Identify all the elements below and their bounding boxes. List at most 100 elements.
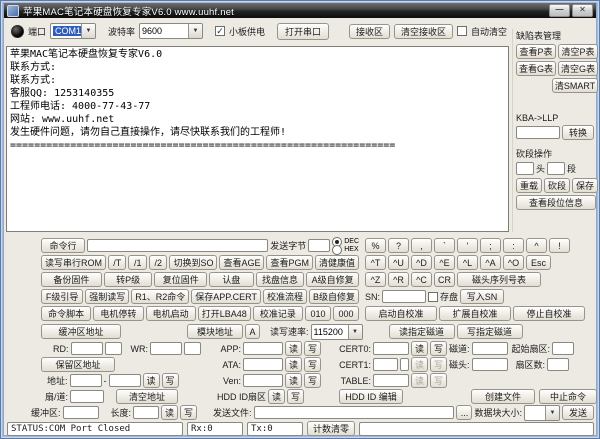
clear-address-button[interactable]: 清空地址 — [116, 389, 179, 404]
view-segment-info-button[interactable]: 查看段位信息 — [516, 195, 596, 210]
send-bytes-input[interactable] — [308, 239, 331, 252]
block-size-select[interactable]: ▼ — [524, 404, 560, 421]
ctrl-l-button[interactable]: ^L — [457, 255, 478, 270]
hdd-id-write-button[interactable]: 写 — [287, 389, 304, 404]
cert1-input[interactable] — [373, 358, 398, 371]
reset-firmware-button[interactable]: 复位固件 — [154, 272, 208, 287]
start-sector-input[interactable] — [552, 342, 575, 355]
sn-input[interactable] — [382, 290, 427, 303]
send-file-input[interactable] — [253, 406, 455, 419]
view-p-table-button[interactable]: 查看P表 — [516, 44, 556, 59]
length-input[interactable] — [133, 406, 160, 419]
ven-write-button[interactable]: 写 — [304, 373, 321, 388]
calibration-flow-button[interactable]: 校准流程 — [262, 289, 307, 304]
ctrl-r-button[interactable]: ^R — [388, 272, 409, 287]
browse-button[interactable]: ... — [456, 405, 473, 420]
clear-smart-button[interactable]: 清SMART — [552, 78, 598, 93]
esc-button[interactable]: Esc — [526, 255, 551, 270]
code-000-button[interactable]: 000 — [333, 306, 360, 321]
receive-area-button[interactable]: 接收区 — [348, 23, 390, 39]
hdd-id-read-button[interactable]: 读 — [268, 389, 285, 404]
key-comma-button[interactable]: , — [411, 238, 432, 253]
motor-stop-button[interactable]: 电机停转 — [93, 306, 144, 321]
write-sn-button[interactable]: 写入SN — [460, 289, 505, 304]
sector-count-input[interactable] — [547, 358, 570, 371]
app-read-button[interactable]: 读 — [285, 341, 302, 356]
rd-input[interactable] — [70, 342, 103, 355]
radio-hex[interactable]: HEX — [332, 244, 359, 255]
to-p-level-button[interactable]: 转P级 — [103, 272, 153, 287]
board-power-checkbox[interactable]: ✓ — [215, 26, 226, 36]
key-question-button[interactable]: ? — [388, 238, 409, 253]
cert0-read-button[interactable]: 读 — [411, 341, 428, 356]
address-from-input[interactable] — [69, 374, 102, 387]
cert0-write-button[interactable]: 写 — [430, 341, 447, 356]
module-address-button[interactable]: 模块地址 — [187, 324, 243, 339]
save-app-cert-button[interactable]: 保存APP.CERT — [191, 289, 261, 304]
address-read-button[interactable]: 读 — [142, 373, 160, 388]
ctrl-z-button[interactable]: ^Z — [365, 272, 386, 287]
motor-start-button[interactable]: 电机启动 — [145, 306, 196, 321]
clear-count-button[interactable]: 计数清零 — [307, 421, 355, 436]
rw-serial-rom-button[interactable]: 读写串行ROM — [41, 255, 106, 270]
backup-firmware-button[interactable]: 备份固件 — [41, 272, 102, 287]
clear-g-table-button[interactable]: 清空G表 — [558, 61, 598, 76]
app-write-button[interactable]: 写 — [304, 341, 321, 356]
head-input[interactable] — [471, 358, 508, 371]
stop-self-calibration-button[interactable]: 停止自校准 — [513, 306, 585, 321]
buffer-read-button[interactable]: 读 — [161, 405, 179, 420]
chevron-down-icon[interactable]: ▼ — [347, 324, 362, 339]
identify-disk-button[interactable]: 认盘 — [209, 272, 254, 287]
buffer-address-button[interactable]: 缓冲区地址 — [41, 324, 121, 339]
open-port-button[interactable]: 打开串口 — [277, 22, 330, 40]
ctrl-c-button[interactable]: ^C — [411, 272, 432, 287]
ctrl-d-button[interactable]: ^D — [411, 255, 432, 270]
head-serial-table-button[interactable]: 磁头序列号表 — [457, 272, 541, 287]
r1-r2-command-button[interactable]: R1、R2命令 — [131, 289, 190, 304]
key-exclaim-button[interactable]: ! — [549, 238, 570, 253]
save-button[interactable]: 保存 — [572, 178, 598, 193]
cert1-input-2[interactable] — [400, 358, 409, 371]
receive-terminal[interactable]: 苹果MAC笔记本硬盘恢复专家V6.0 联系方式: 联系方式: 客服QQ: 125… — [6, 46, 509, 232]
convert-button[interactable]: 转换 — [562, 125, 594, 140]
read-track-button[interactable]: 读指定磁道 — [388, 324, 455, 339]
slash-t-button[interactable]: /T — [108, 255, 127, 270]
cut-segment-input[interactable] — [547, 162, 566, 175]
hdd-id-edit-button[interactable]: HDD ID 编辑 — [339, 389, 403, 404]
ctrl-a-button[interactable]: ^A — [480, 255, 501, 270]
baud-select[interactable]: 9600 ▼ — [139, 23, 204, 39]
clear-health-button[interactable]: 清健康值 — [315, 255, 360, 270]
write-track-button[interactable]: 写指定磁道 — [456, 324, 523, 339]
cut-head-input[interactable] — [516, 162, 534, 175]
create-file-button[interactable]: 创建文件 — [471, 389, 535, 404]
wr-input-2[interactable] — [184, 342, 201, 355]
chevron-down-icon[interactable]: ▼ — [545, 405, 559, 420]
command-script-button[interactable]: 命令脚本 — [41, 306, 92, 321]
extend-self-calibration-button[interactable]: 扩展自校准 — [439, 306, 511, 321]
abort-command-button[interactable]: 中止命令 — [539, 389, 597, 404]
send-button[interactable]: 发送 — [562, 405, 594, 420]
view-pgm-button[interactable]: 查看PGM — [266, 255, 313, 270]
b-level-repair-button[interactable]: B级自修复 — [308, 289, 359, 304]
cut-button[interactable]: 砍段 — [544, 178, 570, 193]
table-input[interactable] — [373, 374, 409, 387]
sector-track-input[interactable] — [70, 390, 105, 403]
port-select[interactable]: COM1 ▼ — [50, 23, 97, 39]
cr-button[interactable]: CR — [434, 272, 455, 287]
auto-clear-checkbox[interactable] — [456, 26, 467, 36]
buffer-write-button[interactable]: 写 — [180, 405, 198, 420]
clear-receive-button[interactable]: 清空接收区 — [393, 23, 453, 39]
key-quote-button[interactable]: ' — [457, 238, 478, 253]
ven-read-button[interactable]: 读 — [285, 373, 302, 388]
key-percent-button[interactable]: % — [365, 238, 386, 253]
force-rw-button[interactable]: 强制读写 — [85, 289, 130, 304]
ctrl-o-button[interactable]: ^O — [503, 255, 524, 270]
view-g-table-button[interactable]: 查看G表 — [516, 61, 556, 76]
ctrl-t-button[interactable]: ^T — [365, 255, 386, 270]
ctrl-e-button[interactable]: ^E — [434, 255, 455, 270]
open-lba48-button[interactable]: 打开LBA48 — [197, 306, 251, 321]
kba-llp-input[interactable] — [516, 126, 560, 139]
key-semicolon-button[interactable]: ; — [480, 238, 501, 253]
a-button[interactable]: A — [245, 324, 260, 339]
sn-save-checkbox[interactable] — [428, 291, 439, 302]
